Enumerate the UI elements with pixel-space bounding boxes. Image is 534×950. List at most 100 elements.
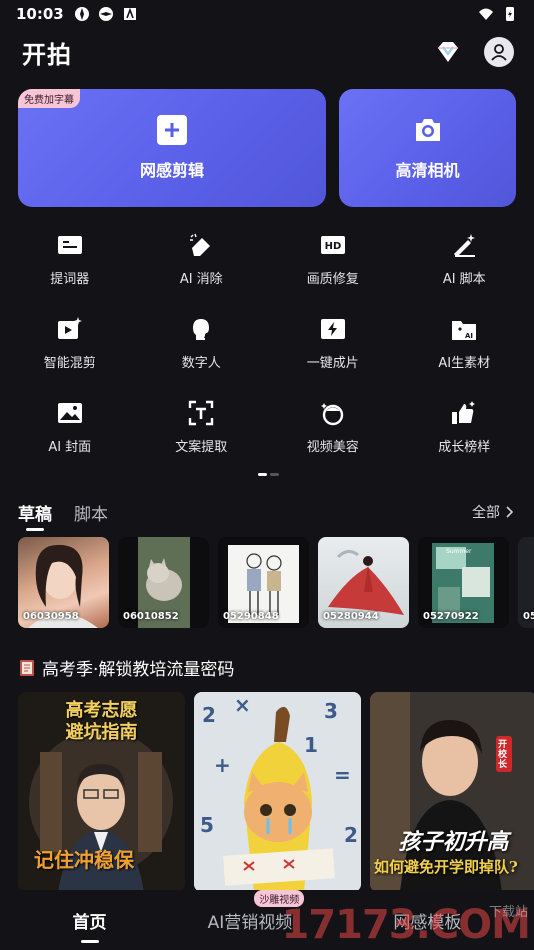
text-extract-icon — [189, 400, 214, 426]
svg-text:AI: AI — [204, 332, 212, 340]
app-title: 开拍 — [22, 40, 72, 69]
nav-ai-video[interactable]: AI营销视频 沙雕视频 — [207, 889, 305, 933]
digital-human-icon: AI — [193, 319, 212, 340]
nav-ai-video-label: AI营销视频 — [207, 912, 293, 933]
wifi-icon — [479, 8, 493, 20]
draft-label: 05 — [523, 611, 534, 622]
tool-one-click-film[interactable]: 一键成片 — [267, 310, 399, 372]
cover-image-icon — [57, 403, 82, 423]
tool-label: 一键成片 — [306, 356, 359, 371]
edit-video-card[interactable]: 免费加字幕 网感剪辑 — [18, 89, 326, 207]
tab-scripts[interactable]: 脚本 — [74, 500, 108, 525]
tool-label: AI 脚本 — [442, 272, 486, 287]
tool-label: 数字人 — [181, 356, 221, 371]
template-bottom-text: 记住冲稳保 — [34, 848, 134, 872]
tool-smart-mix[interactable]: 智能混剪 — [4, 310, 136, 372]
tab-drafts[interactable]: 草稿 — [18, 500, 52, 531]
template-badge: 开校长 — [498, 740, 508, 770]
hd-camera-card[interactable]: 高清相机 — [339, 89, 516, 207]
free-subtitle-badge: 免费加字幕 — [18, 89, 80, 108]
add-icon — [157, 115, 187, 145]
draft-thumbnail[interactable]: 06010852 — [118, 537, 209, 628]
template-card[interactable]: 2 3 + = 5 2 × 1 — [194, 692, 361, 892]
tool-digital-human[interactable]: AI 数字人 — [136, 310, 268, 372]
svg-text:2: 2 — [202, 703, 216, 727]
template-card[interactable]: 开校长 孩子初升高 如何避免开学即掉队? — [370, 692, 534, 892]
tool-label: 视频美容 — [306, 440, 359, 455]
tool-ai-material[interactable]: AI AI生素材 — [399, 310, 531, 372]
teleprompter-icon — [57, 236, 82, 254]
svg-text:1: 1 — [304, 733, 318, 757]
tool-label: 成长榜样 — [438, 440, 491, 455]
section-title: 高考季·解锁教培流量密码 — [18, 655, 234, 680]
template-bottom-text: 孩子初升高 — [398, 829, 509, 855]
tool-text-extract[interactable]: 文案提取 — [136, 394, 268, 456]
app-notification-icon — [98, 7, 113, 21]
view-all-label: 全部 — [472, 505, 500, 521]
draft-thumbnail[interactable]: 05290848 — [218, 537, 309, 628]
draft-label: 05280944 — [323, 611, 379, 622]
template-sub-text: 如何避免开学即掉队? — [374, 858, 518, 876]
draft-label: 06010852 — [123, 611, 179, 622]
tool-label: 智能混剪 — [43, 356, 96, 371]
status-bar: 10:03 — [0, 0, 534, 28]
draft-thumbnail[interactable]: 05 — [518, 537, 534, 628]
svg-text:+: + — [214, 753, 231, 777]
app-notification-icon — [74, 7, 89, 21]
template-list: 高考志愿 避坑指南 记住冲稳保 2 3 + = 5 2 × 1 开校长 孩子初升… — [18, 692, 534, 892]
svg-text:AI: AI — [465, 332, 473, 340]
eraser-icon — [190, 233, 211, 256]
chevron-right-icon — [506, 506, 514, 518]
draft-thumbnail[interactable]: 05280944 — [318, 537, 409, 628]
template-top-text: 高考志愿 避坑指南 — [65, 700, 138, 743]
tool-label: 画质修复 — [306, 272, 359, 287]
tool-quality-repair[interactable]: HD 画质修复 — [267, 226, 399, 288]
user-icon — [491, 44, 507, 61]
magic-pen-icon — [454, 234, 476, 257]
edit-video-label: 网感剪辑 — [139, 161, 204, 180]
text-notification-icon — [123, 7, 136, 20]
tool-label: AI 封面 — [48, 440, 92, 455]
section-title-text: 高考季·解锁教培流量密码 — [42, 660, 235, 680]
smart-mix-icon — [57, 317, 82, 339]
battery-icon — [506, 7, 514, 21]
page-dot-active — [258, 473, 267, 476]
page-dot — [270, 473, 279, 476]
svg-text:3: 3 — [324, 699, 338, 723]
template-thumbnail: 2 3 + = 5 2 × 1 — [194, 692, 361, 892]
svg-text:×: × — [234, 693, 251, 717]
thumbs-up-icon — [452, 401, 476, 424]
camera-icon — [415, 119, 440, 141]
status-time: 10:03 — [16, 5, 64, 23]
tool-ai-script[interactable]: AI 脚本 — [399, 226, 531, 288]
tool-growth-model[interactable]: 成长榜样 — [399, 394, 531, 456]
draft-label: 05270922 — [423, 611, 479, 622]
draft-thumbnail[interactable]: 06030958 — [18, 537, 109, 628]
tool-ai-cover[interactable]: AI 封面 — [4, 394, 136, 456]
user-avatar[interactable] — [484, 37, 514, 67]
hd-camera-label: 高清相机 — [395, 161, 460, 180]
book-icon — [20, 659, 34, 676]
svg-text:Summer: Summer — [446, 548, 472, 555]
vip-diamond-icon[interactable] — [434, 38, 462, 66]
drafts-list: 06030958 06010852 05290848 05280944 Summ… — [18, 537, 534, 629]
template-card[interactable]: 高考志愿 避坑指南 记住冲稳保 — [18, 692, 185, 892]
nav-home[interactable]: 首页 — [73, 908, 107, 933]
beauty-icon — [320, 403, 343, 426]
draft-thumbnail[interactable]: Summer 05270922 — [418, 537, 509, 628]
tool-label: 文案提取 — [175, 440, 228, 455]
tool-label: AI生素材 — [438, 356, 491, 371]
site-watermark-sub: 下载站 — [488, 905, 528, 920]
tool-ai-eraser[interactable]: AI 消除 — [136, 226, 268, 288]
svg-text:HD: HD — [324, 241, 341, 252]
svg-text:2: 2 — [344, 823, 358, 847]
page-indicator — [258, 473, 279, 476]
svg-text:5: 5 — [200, 813, 214, 837]
view-all-link[interactable]: 全部 — [472, 502, 514, 522]
tool-video-beauty[interactable]: 视频美容 — [267, 394, 399, 456]
tool-teleprompter[interactable]: 提词器 — [4, 226, 136, 288]
svg-text:=: = — [334, 763, 351, 787]
header: 开拍 — [22, 34, 514, 70]
tool-label: 提词器 — [50, 272, 90, 287]
draft-label: 06030958 — [23, 611, 79, 622]
